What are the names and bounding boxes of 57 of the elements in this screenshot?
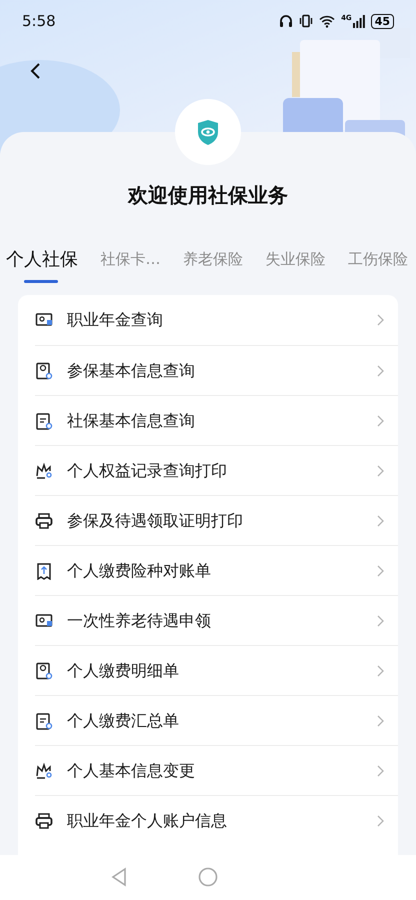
service-item[interactable]: 参保及待遇领取证明打印 — [35, 495, 398, 545]
chevron-icon — [377, 314, 384, 326]
service-label: 参保基本信息查询 — [67, 360, 196, 382]
service-icon — [35, 311, 53, 329]
tab[interactable]: 个人社保 — [6, 246, 78, 283]
service-icon — [35, 662, 53, 680]
wifi-icon — [319, 14, 336, 28]
shield-icon — [197, 118, 219, 146]
service-item[interactable]: 个人缴费明细单 — [35, 645, 398, 695]
service-label: 参保及待遇领取证明打印 — [67, 510, 244, 532]
chevron-icon — [377, 564, 384, 576]
chevron-icon — [377, 764, 384, 776]
service-item[interactable]: 一次性养老待遇申领 — [35, 595, 398, 645]
service-label: 个人基本信息变更 — [67, 760, 196, 782]
chevron-icon — [377, 714, 384, 726]
chevron-icon — [377, 514, 384, 526]
status-time: 5:58 — [22, 10, 56, 32]
chevron-icon — [377, 814, 384, 826]
service-icon — [35, 412, 53, 430]
battery-indicator: 45 — [370, 14, 394, 28]
service-item[interactable]: 个人缴费险种对账单 — [35, 545, 398, 595]
service-icon — [35, 612, 53, 630]
service-item[interactable]: 职业年金查询 — [35, 295, 398, 345]
chevron-icon — [377, 464, 384, 476]
service-item[interactable]: 社保基本信息查询 — [35, 395, 398, 445]
tab-indicator — [24, 280, 58, 283]
service-item[interactable]: 参保基本信息查询 — [35, 345, 398, 395]
service-icon — [35, 462, 53, 480]
nav-home-icon[interactable] — [198, 867, 218, 887]
service-icon — [35, 512, 53, 530]
chevron-icon — [377, 614, 384, 626]
service-icon — [35, 762, 53, 780]
service-label: 职业年金查询 — [67, 309, 164, 331]
service-item[interactable]: 个人基本信息变更 — [35, 745, 398, 795]
page-title: 欢迎使用社保业务 — [128, 182, 288, 209]
headphones-icon — [279, 14, 294, 28]
chevron-icon — [377, 414, 384, 426]
service-item[interactable]: 个人缴费汇总单 — [35, 695, 398, 745]
back-icon — [29, 62, 41, 80]
service-label: 社保基本信息查询 — [67, 410, 196, 432]
service-label: 个人缴费险种对账单 — [67, 560, 212, 582]
chevron-icon — [377, 364, 384, 376]
service-label: 一次性养老待遇申领 — [67, 610, 212, 632]
signal-icon — [352, 14, 365, 28]
service-item[interactable]: 职业年金个人账户信息 — [35, 795, 398, 845]
service-icon — [35, 712, 53, 730]
vibrate-icon — [299, 14, 314, 28]
service-label: 职业年金个人账户信息 — [67, 810, 228, 832]
nav-back-icon[interactable] — [111, 867, 127, 887]
service-icon — [35, 812, 53, 830]
service-label: 个人缴费汇总单 — [67, 710, 180, 732]
service-icon — [35, 362, 53, 380]
service-label: 个人权益记录查询打印 — [67, 460, 228, 482]
service-icon — [35, 562, 53, 580]
service-label: 个人缴费明细单 — [67, 660, 180, 682]
chevron-icon — [377, 664, 384, 676]
service-item[interactable]: 个人权益记录查询打印 — [35, 445, 398, 495]
